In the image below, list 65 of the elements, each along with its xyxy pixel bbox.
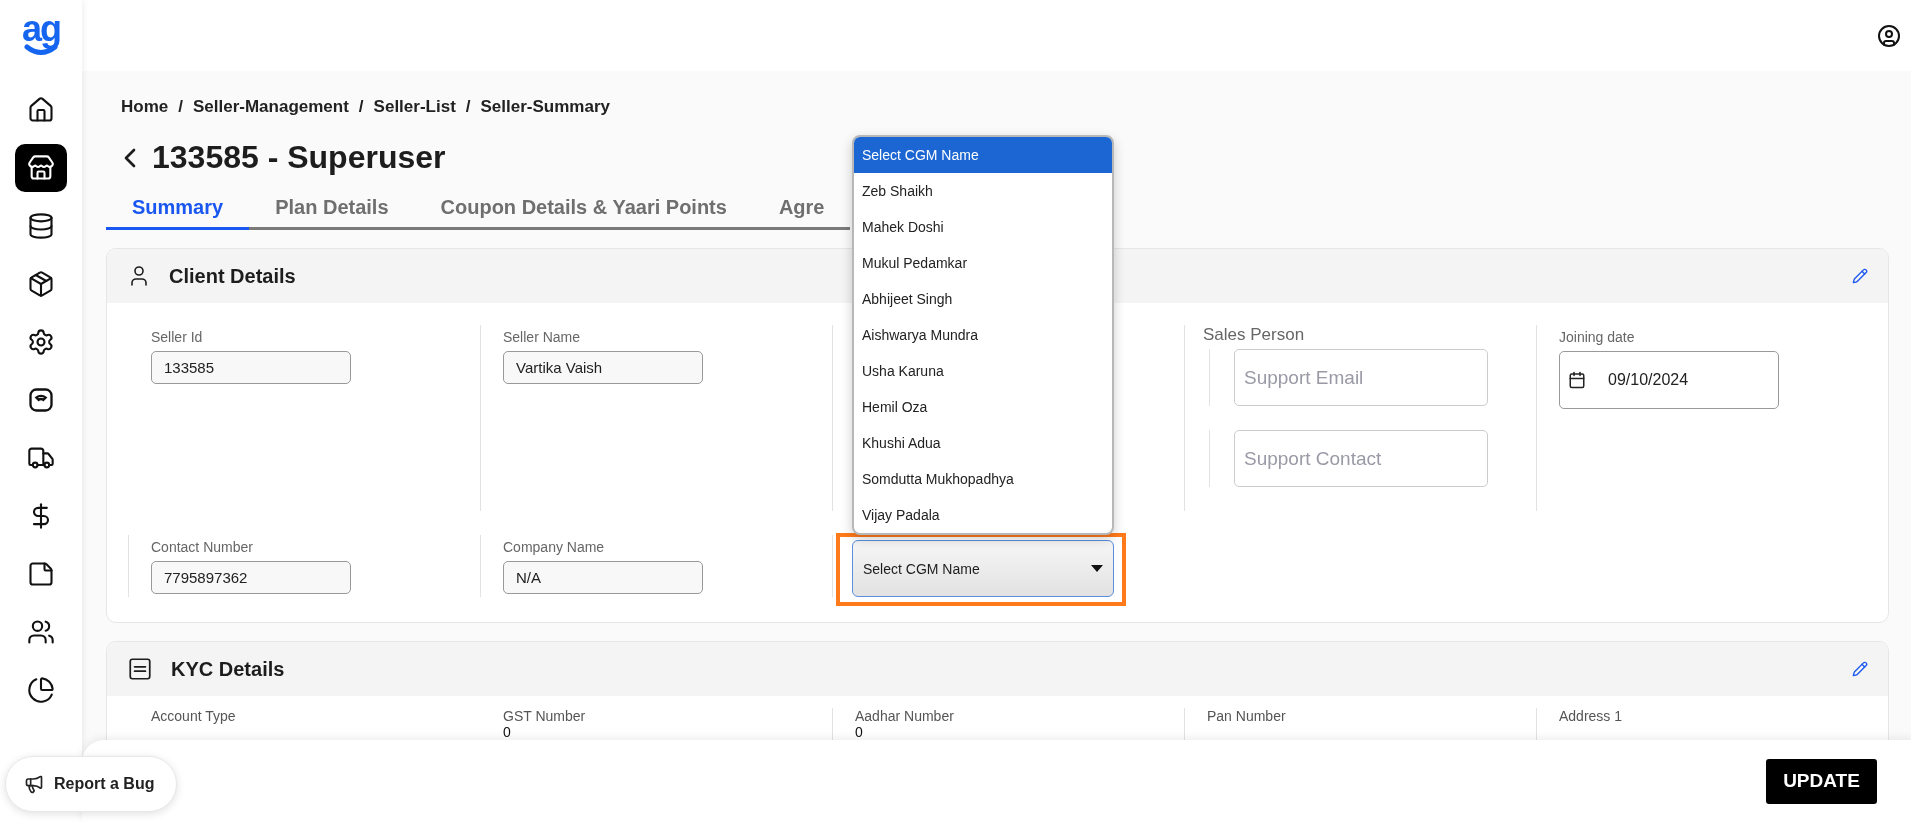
dropdown-option[interactable]: Abhijeet Singh [854, 281, 1112, 317]
dropdown-option[interactable]: Mahek Doshi [854, 209, 1112, 245]
dropdown-option[interactable]: Zeb Shaikh [854, 173, 1112, 209]
report-bug-button[interactable]: Report a Bug [5, 756, 177, 812]
input-field[interactable]: 133585 [151, 351, 351, 384]
field-value: 0 [503, 725, 512, 740]
page-title: 133585 - Superuser [152, 139, 446, 176]
dropdown-option[interactable]: Vijay Padala [854, 497, 1112, 533]
date-field[interactable]: 09/10/2024 [1559, 351, 1779, 409]
tab[interactable]: Plan Details [249, 190, 415, 230]
tab[interactable]: Summary [106, 190, 250, 230]
breadcrumb-link[interactable]: Home [121, 97, 169, 117]
breadcrumb-link[interactable]: Seller-List [373, 97, 456, 117]
logo[interactable]: ag [20, 14, 62, 56]
note-icon [27, 560, 55, 588]
input-field[interactable]: Support Email [1234, 349, 1488, 406]
field-label: Seller Id [151, 329, 204, 345]
sidebar-item[interactable] [15, 144, 67, 192]
input-field[interactable]: 7795897362 [151, 561, 351, 594]
dropdown-option[interactable]: Somdutta Mukhopadhya [854, 461, 1112, 497]
dropdown-option[interactable]: Hemil Oza [854, 389, 1112, 425]
scale-icon [27, 386, 55, 414]
dropdown-option[interactable]: Usha Karuna [854, 353, 1112, 389]
breadcrumb-separator: / [358, 97, 364, 117]
field-label: Contact Number [151, 539, 254, 555]
field-label: Company Name [503, 539, 606, 555]
dropdown-option[interactable]: Select CGM Name [854, 137, 1112, 173]
field-label: Seller Name [503, 329, 582, 345]
field-label: Pan Number [1207, 708, 1286, 724]
card-title: KYC Details [171, 657, 286, 681]
field-value: 0 [855, 725, 864, 740]
edit-icon[interactable] [1852, 268, 1868, 284]
dropdown-option[interactable]: Aishwarya Mundra [854, 317, 1112, 353]
dropdown-option[interactable]: Mukul Pedamkar [854, 245, 1112, 281]
field-label: Joining date [1559, 329, 1636, 345]
users-icon [27, 618, 55, 646]
home-icon [27, 96, 55, 124]
pie-chart-icon [27, 676, 55, 704]
field-label: Account Type [151, 708, 236, 724]
caret-icon [1091, 565, 1103, 572]
megaphone-icon [24, 774, 44, 794]
database-icon [27, 212, 55, 240]
field-label: Aadhar Number [855, 708, 954, 724]
input-field[interactable]: Vartika Vaish [503, 351, 703, 384]
breadcrumb-link[interactable]: Seller-Management [192, 97, 349, 117]
store-icon [27, 154, 55, 182]
dropdown-option[interactable]: Khushi Adua [854, 425, 1112, 461]
package-icon [27, 270, 55, 298]
breadcrumb-link[interactable]: Seller-Summary [480, 97, 610, 117]
field-label: GST Number [503, 708, 586, 724]
breadcrumb-separator: / [465, 97, 471, 117]
tab[interactable]: Coupon Details & Yaari Points [414, 190, 753, 230]
calendar-icon [1568, 371, 1586, 389]
user-icon[interactable] [1877, 23, 1901, 48]
select-dropdown[interactable]: Select CGM Name [852, 540, 1114, 597]
edit-icon[interactable] [1852, 661, 1868, 677]
input-field[interactable]: N/A [503, 561, 703, 594]
update-button[interactable]: UPDATE [1766, 758, 1877, 804]
card-title: Client Details [169, 264, 297, 288]
field-label: Address 1 [1559, 708, 1623, 724]
breadcrumb-separator: / [178, 97, 183, 117]
settings-icon [27, 328, 55, 356]
equals-icon [127, 656, 153, 682]
input-field[interactable]: Support Contact [1234, 430, 1488, 487]
field-label: Sales Person [1203, 325, 1306, 345]
